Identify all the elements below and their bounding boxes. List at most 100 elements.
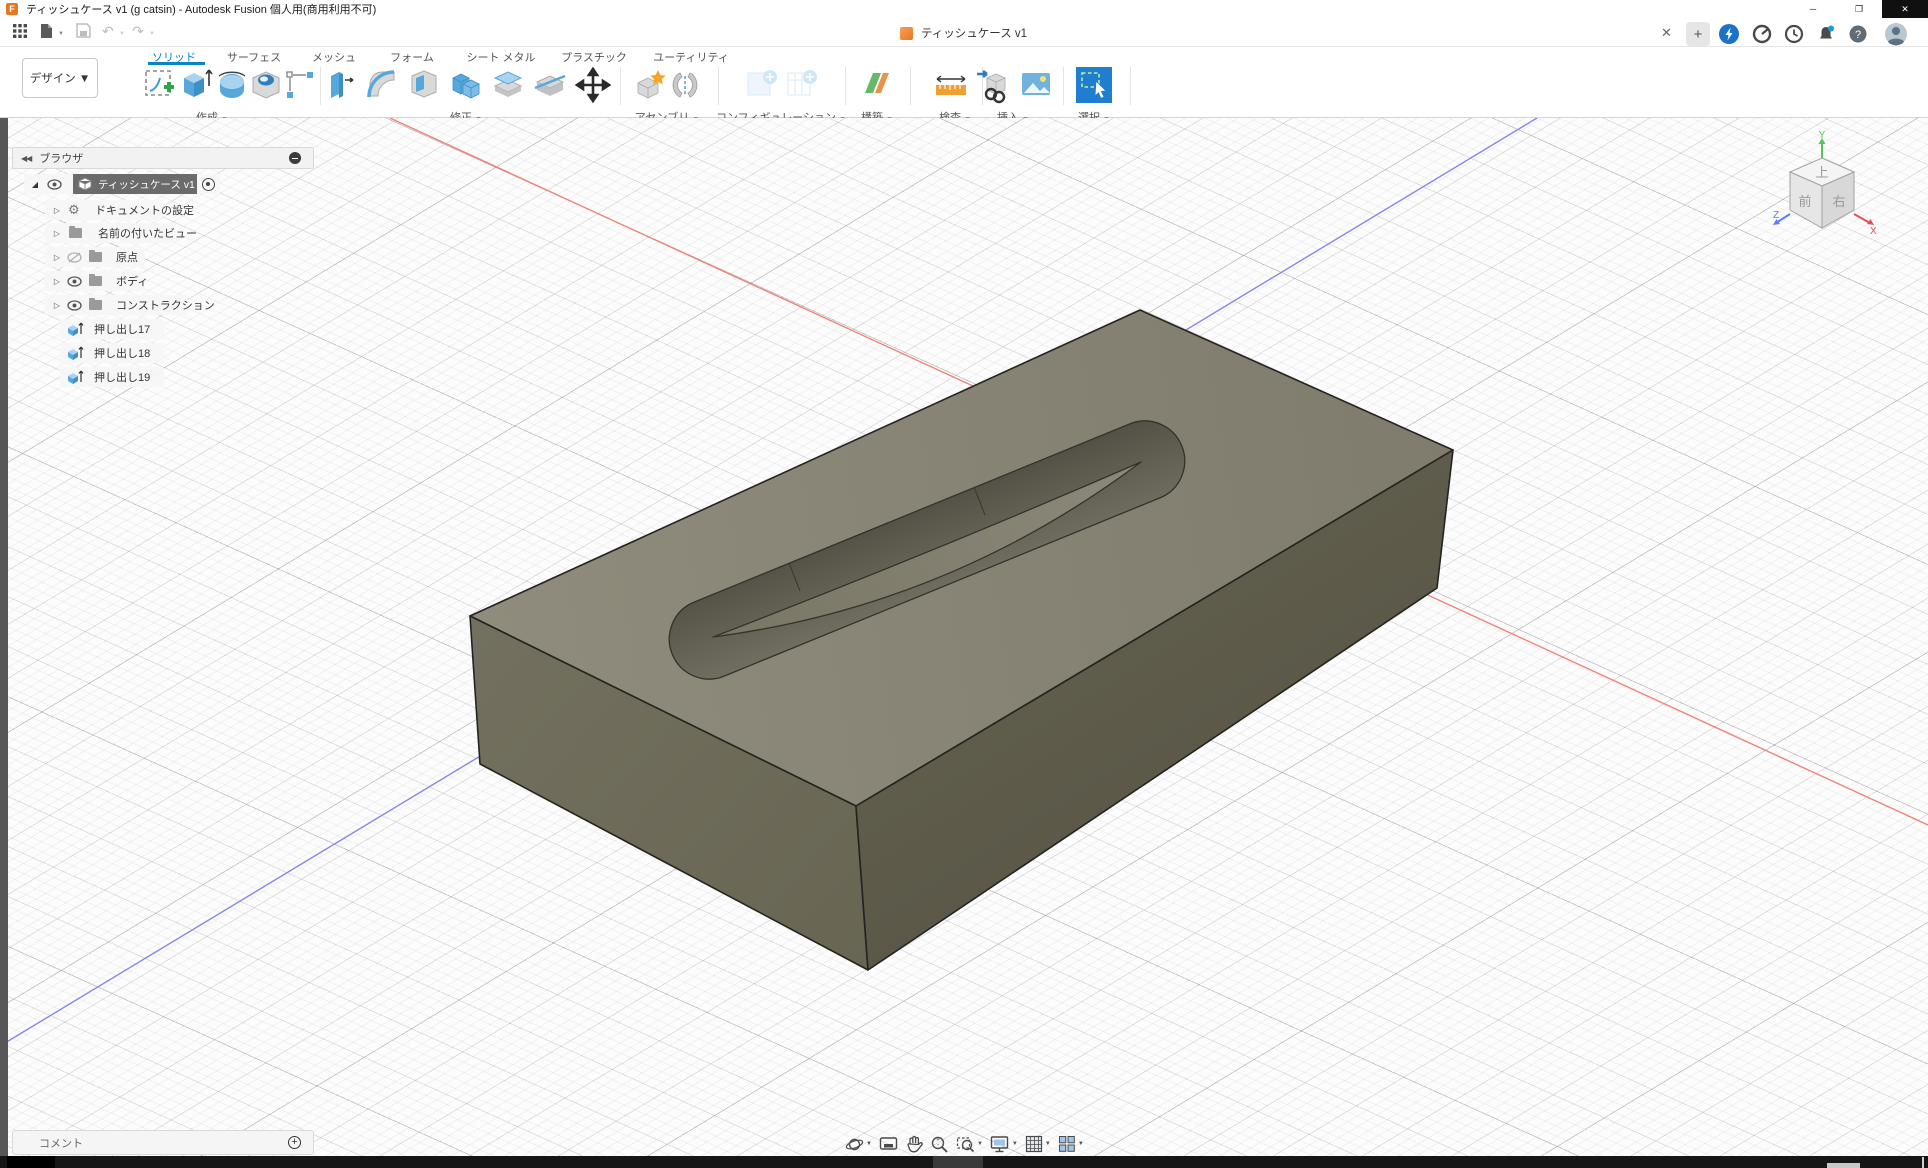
window-title: ティッシュケース v1 (g catsin) - Autodesk Fusion…	[26, 1, 376, 17]
fit-view-icon[interactable]: ▼	[956, 1135, 983, 1154]
viewcube-front-label: 前	[1798, 194, 1811, 209]
browser-title: ブラウザ	[39, 150, 83, 166]
move-copy-icon[interactable]	[575, 65, 611, 105]
tab-utilities[interactable]: ユーティリティ	[653, 49, 729, 65]
extensions-icon[interactable]	[1717, 22, 1741, 46]
tab-sheet-metal[interactable]: シート メタル	[466, 49, 535, 65]
document-node-label: ティッシュケース v1	[98, 177, 195, 192]
look-at-icon[interactable]	[879, 1136, 898, 1153]
viewports-icon[interactable]: ▼	[1058, 1135, 1084, 1153]
browser-panel: ◀◀ ブラウザ	[12, 147, 314, 169]
pan-icon[interactable]	[905, 1135, 923, 1153]
history-clock-icon[interactable]	[1782, 22, 1806, 46]
visibility-eye-icon[interactable]	[47, 179, 62, 190]
file-menu-dropdown-icon[interactable]: ▼	[58, 31, 64, 37]
expand-arrow-icon[interactable]: ▷	[50, 206, 64, 215]
expand-arrow-icon[interactable]: ▷	[50, 253, 64, 262]
tab-close-icon[interactable]: ✕	[1661, 25, 1672, 41]
viewcube-top-label: 上	[1815, 165, 1828, 180]
folder-icon	[69, 228, 82, 238]
notifications-bell-icon[interactable]	[1814, 22, 1838, 46]
insert-link-icon[interactable]	[975, 65, 1011, 105]
app-grid-menu-icon[interactable]	[12, 23, 28, 42]
grid-snap-icon[interactable]: ▼	[1025, 1135, 1051, 1153]
insert-image-icon[interactable]	[1018, 65, 1054, 105]
browser-row-extrude18[interactable]: 押し出し18	[12, 343, 314, 363]
new-tab-button[interactable]: +	[1686, 22, 1710, 46]
browser-row-extrude17[interactable]: 押し出し17	[12, 319, 314, 339]
workspace-selector[interactable]: デザイン ▼	[22, 58, 98, 98]
browser-row-document[interactable]: ◢ ティッシュケース v1	[12, 174, 314, 194]
navigation-bar: ▼ +- ▼ ▼ ▼	[845, 1132, 1084, 1156]
document-tab[interactable]: ティッシュケース v1	[900, 22, 1027, 44]
fillet-icon[interactable]	[364, 65, 400, 105]
new-component-icon[interactable]	[633, 65, 669, 105]
browser-row-extrude19[interactable]: 押し出し19	[12, 367, 314, 387]
help-icon[interactable]: ?	[1846, 22, 1870, 46]
app-window: F ティッシュケース v1 (g catsin) - Autodesk Fusi…	[0, 0, 1928, 1168]
activate-component-icon[interactable]	[202, 178, 215, 191]
tab-mesh[interactable]: メッシュ	[312, 49, 356, 65]
browser-row-origin[interactable]: ▷ 原点	[12, 247, 314, 267]
ribbon-toolbar: ソリッド サーフェス メッシュ フォーム シート メタル プラスチック ユーティ…	[0, 47, 1928, 118]
view-cube[interactable]: Y 上 前 右 Z X	[1770, 130, 1880, 250]
shell-icon[interactable]	[406, 65, 442, 105]
visibility-off-eye-icon[interactable]	[67, 252, 82, 263]
zoom-icon[interactable]: +-	[930, 1135, 949, 1154]
measure-icon[interactable]	[932, 65, 968, 105]
close-button[interactable]: ✕	[1882, 0, 1928, 18]
redo-dropdown-icon[interactable]: ▼	[149, 31, 155, 37]
rectangular-pattern-icon[interactable]	[282, 65, 318, 105]
redo-icon[interactable]: ↷	[132, 23, 144, 40]
visibility-eye-icon[interactable]	[67, 300, 82, 311]
expand-arrow-icon[interactable]: ◢	[28, 180, 42, 189]
joint-icon[interactable]	[667, 65, 703, 105]
taskbar-strip	[0, 1156, 1928, 1168]
split-body-icon[interactable]	[532, 65, 568, 105]
undo-icon[interactable]: ↶	[102, 23, 114, 40]
combine-icon[interactable]	[448, 65, 484, 105]
extrude-icon[interactable]	[178, 65, 214, 105]
construction-plane-icon[interactable]	[859, 65, 895, 105]
maximize-button[interactable]: ❐	[1836, 0, 1882, 18]
undo-dropdown-icon[interactable]: ▼	[119, 31, 125, 37]
user-avatar[interactable]	[1884, 22, 1908, 46]
extrude-feature-icon	[66, 322, 84, 337]
tree-item-label: 押し出し19	[94, 369, 150, 385]
browser-header[interactable]: ◀◀ ブラウザ	[12, 147, 314, 169]
add-comment-icon[interactable]: +	[288, 1136, 301, 1149]
display-settings-icon[interactable]: ▼	[990, 1135, 1018, 1153]
create-sketch-icon[interactable]	[142, 65, 178, 105]
collapse-panel-icon[interactable]: ◀◀	[21, 154, 31, 163]
visibility-eye-icon[interactable]	[67, 276, 82, 287]
viewcube-right-label: 右	[1832, 194, 1845, 209]
expand-arrow-icon[interactable]: ▷	[50, 301, 64, 310]
expand-arrow-icon[interactable]: ▷	[50, 229, 64, 238]
folder-icon	[89, 276, 102, 286]
viewport-canvas[interactable]: ◀◀ ブラウザ ◢ ティッシュケース v1 ▷ ⚙ ドキュメントの設定	[0, 118, 1928, 1156]
tab-plastic[interactable]: プラスチック	[561, 49, 627, 65]
browser-row-construction[interactable]: ▷ コンストラクション	[12, 295, 314, 315]
press-pull-icon[interactable]	[322, 65, 358, 105]
hole-icon[interactable]	[248, 65, 284, 105]
revolve-icon[interactable]	[214, 65, 250, 105]
folder-icon	[89, 300, 102, 310]
tab-surface[interactable]: サーフェス	[227, 49, 281, 65]
expand-arrow-icon[interactable]: ▷	[50, 277, 64, 286]
minimize-panel-icon[interactable]	[289, 152, 301, 164]
offset-face-icon[interactable]	[490, 65, 526, 105]
browser-row-doc-settings[interactable]: ▷ ⚙ ドキュメントの設定	[12, 200, 314, 220]
file-menu-icon[interactable]	[40, 23, 54, 42]
browser-row-bodies[interactable]: ▷ ボディ	[12, 271, 314, 291]
selected-document-highlight[interactable]: ティッシュケース v1	[73, 174, 197, 194]
tab-form[interactable]: フォーム	[390, 49, 434, 65]
tree-item-label: ボディ	[116, 273, 148, 289]
browser-row-named-views[interactable]: ▷ 名前の付いたビュー	[12, 223, 314, 243]
job-status-icon[interactable]	[1750, 22, 1774, 46]
orbit-icon[interactable]: ▼	[845, 1135, 872, 1154]
comment-panel[interactable]: コメント +	[12, 1130, 314, 1155]
minimize-button[interactable]: ─	[1790, 0, 1836, 18]
save-icon[interactable]	[76, 23, 91, 41]
select-icon[interactable]	[1076, 65, 1112, 105]
folder-icon	[89, 252, 102, 262]
